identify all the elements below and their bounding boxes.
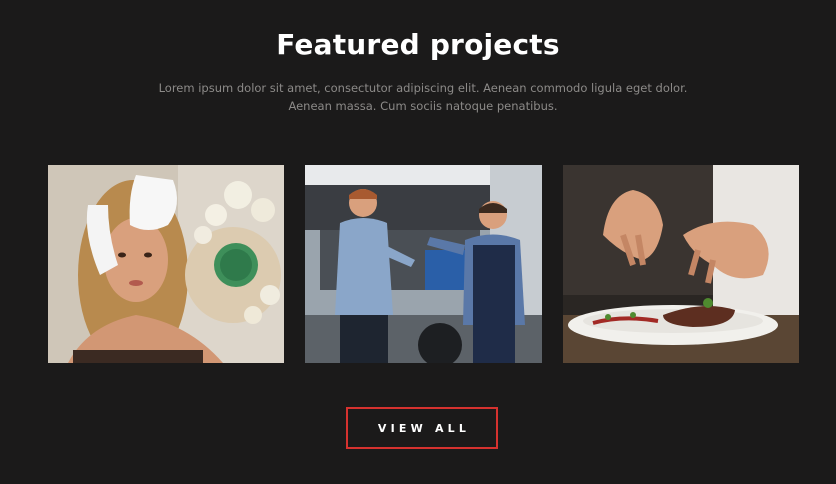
projects-grid	[48, 165, 799, 363]
section-title: Featured projects	[276, 28, 560, 61]
car-mechanic-handing-keys-photo	[305, 165, 542, 363]
description-line-1: Lorem ipsum dolor sit amet, consectutor …	[158, 81, 688, 95]
chef-plating-steak-photo	[563, 165, 799, 363]
project-card-chef[interactable]	[563, 165, 799, 363]
section-description: Lorem ipsum dolor sit amet, consectutor …	[150, 79, 696, 115]
featured-projects-section: Featured projects Lorem ipsum dolor sit …	[0, 0, 836, 484]
project-card-mechanic[interactable]	[305, 165, 542, 363]
spa-facial-treatment-photo	[48, 165, 284, 363]
project-card-spa[interactable]	[48, 165, 284, 363]
view-all-button[interactable]: VIEW ALL	[346, 407, 498, 449]
description-line-2: Aenean massa. Cum sociis natoque penatib…	[288, 99, 558, 113]
